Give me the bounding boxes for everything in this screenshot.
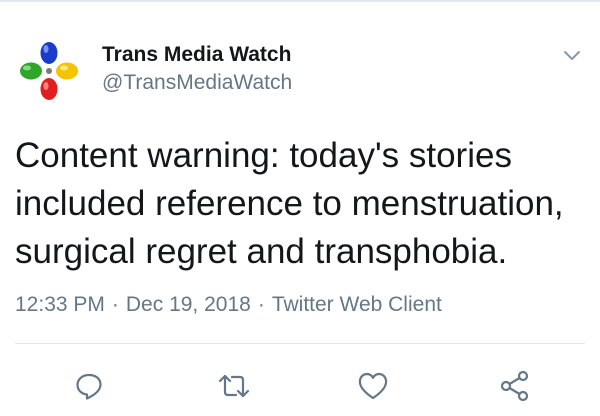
tweet-client[interactable]: Twitter Web Client xyxy=(272,293,442,316)
balloon-logo-icon xyxy=(14,36,84,106)
retweet-button[interactable] xyxy=(214,366,254,406)
author-display-name[interactable]: Trans Media Watch xyxy=(102,42,292,68)
like-icon xyxy=(358,372,388,400)
meta-separator: · xyxy=(257,293,265,316)
tweet-meta: 12:33 PM · Dec 19, 2018 · Twitter Web Client xyxy=(15,291,442,319)
reply-button[interactable] xyxy=(69,366,109,406)
like-button[interactable] xyxy=(353,366,393,406)
tweet-text: Content warning: today's stories include… xyxy=(15,136,564,271)
tweet-header: Trans Media Watch @TransMediaWatch xyxy=(14,36,586,106)
retweet-icon xyxy=(218,374,250,398)
share-icon xyxy=(500,370,529,402)
divider xyxy=(15,343,585,344)
chevron-down-icon xyxy=(564,51,580,60)
tweet-card: Trans Media Watch @TransMediaWatch Conte… xyxy=(0,0,600,416)
tweet-actions xyxy=(0,366,600,406)
reply-icon xyxy=(76,373,102,400)
meta-separator: · xyxy=(111,293,119,316)
author-handle[interactable]: @TransMediaWatch xyxy=(102,70,292,96)
author-block[interactable]: Trans Media Watch @TransMediaWatch xyxy=(102,42,292,96)
avatar[interactable] xyxy=(14,36,84,106)
tweet-time[interactable]: 12:33 PM xyxy=(15,293,105,316)
more-options-button[interactable] xyxy=(558,42,586,70)
tweet-date[interactable]: Dec 19, 2018 xyxy=(126,293,251,316)
share-button[interactable] xyxy=(495,366,535,406)
